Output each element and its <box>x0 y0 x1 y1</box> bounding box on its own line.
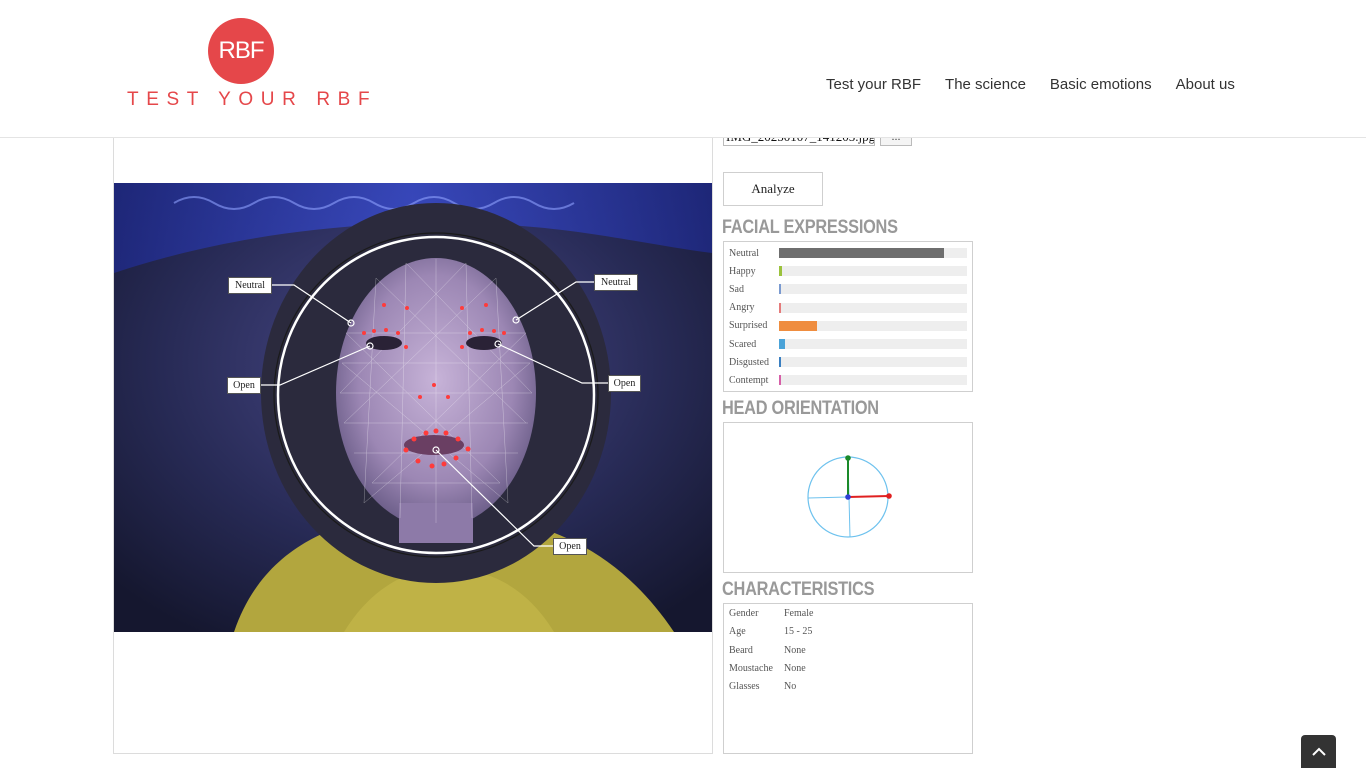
emotion-bar-fill <box>779 375 781 386</box>
emotion-bar-track <box>779 248 967 258</box>
label-left-eyebrow: Neutral <box>228 277 272 294</box>
logo-tagline[interactable]: TEST YOUR RBF <box>127 89 377 111</box>
char-row-gender: Gender Female <box>729 608 813 619</box>
logo-tagline-part2: RBF <box>316 89 378 110</box>
logo-mark[interactable]: RBF <box>208 18 274 84</box>
emotion-label: Happy <box>729 265 756 277</box>
head-orientation-panel <box>723 422 973 573</box>
emotion-bar-fill <box>779 266 782 277</box>
char-value: No <box>784 681 797 692</box>
char-label: Beard <box>729 645 753 656</box>
head-orientation-title: HEAD ORIENTATION <box>722 398 879 419</box>
face-analysis-overlay <box>114 183 712 632</box>
logo-mark-text: RBF <box>218 37 265 64</box>
char-label: Age <box>729 626 746 637</box>
emotion-bar-track <box>779 357 967 368</box>
nav-test-your-rbf[interactable]: Test your RBF <box>826 76 921 93</box>
emotion-bar-fill <box>779 320 817 331</box>
facial-expressions-panel: Neutral Happy Sad Angry Surprised Scared Disgu… <box>723 241 973 392</box>
back-to-top-button[interactable] <box>1301 735 1336 768</box>
label-mouth: Open <box>553 538 587 555</box>
emotion-row-disgusted: Disgusted <box>729 355 969 369</box>
char-row-moustache: Moustache None <box>729 663 806 674</box>
char-row-age: Age 15 - 25 <box>729 626 812 637</box>
nav-the-science[interactable]: The science <box>945 76 1026 93</box>
head-orientation-gizmo <box>807 455 892 538</box>
char-label: Gender <box>729 608 759 619</box>
emotion-row-angry: Angry <box>729 301 969 315</box>
emotion-row-surprised: Surprised <box>729 319 969 333</box>
chevron-up-icon <box>1311 747 1326 756</box>
emotion-bar-fill <box>779 339 785 349</box>
emotion-row-neutral: Neutral <box>729 246 969 260</box>
emotion-bar-track <box>779 339 967 349</box>
char-value: None <box>784 663 806 674</box>
emotion-bar-fill <box>779 357 781 368</box>
emotion-bar-fill <box>779 302 781 313</box>
analyze-button-label: Analyze <box>751 181 795 196</box>
char-value: Female <box>784 608 814 619</box>
emotion-label: Scared <box>729 338 757 350</box>
char-value: None <box>784 645 806 656</box>
label-left-eye: Open <box>227 377 261 394</box>
emotion-row-happy: Happy <box>729 264 969 278</box>
facial-expressions-title: FACIAL EXPRESSIONS <box>722 217 898 238</box>
char-row-beard: Beard None <box>729 645 806 656</box>
emotion-row-sad: Sad <box>729 282 969 296</box>
emotion-bar-track <box>779 284 967 295</box>
analyzed-photo: Neutral Neutral Open Open Open <box>114 183 712 632</box>
emotion-label: Disgusted <box>729 356 769 368</box>
nav-about-us[interactable]: About us <box>1176 76 1235 93</box>
label-right-eye: Open <box>608 375 641 392</box>
char-label: Moustache <box>729 663 773 674</box>
emotion-row-scared: Scared <box>729 337 969 351</box>
nav-basic-emotions[interactable]: Basic emotions <box>1050 76 1152 93</box>
emotion-bar-fill <box>779 284 781 295</box>
emotion-row-contempt: Contempt <box>729 373 969 387</box>
emotion-label: Contempt <box>729 374 769 386</box>
emotion-bar-track <box>779 320 967 331</box>
emotion-bar-track <box>779 375 967 386</box>
emotion-label: Neutral <box>729 247 759 259</box>
characteristics-title: CHARACTERISTICS <box>722 579 875 600</box>
char-label: Glasses <box>729 681 760 692</box>
main-nav: Test your RBF The science Basic emotions… <box>826 76 1235 93</box>
char-value: 15 - 25 <box>784 626 813 637</box>
emotion-bar-fill <box>779 248 944 258</box>
label-right-eyebrow: Neutral <box>594 274 638 291</box>
char-row-glasses: Glasses No <box>729 681 796 692</box>
site-header: RBF TEST YOUR RBF Test your RBF The scie… <box>0 0 1366 138</box>
emotion-label: Angry <box>729 302 755 314</box>
characteristics-panel: Gender Female Age 15 - 25 Beard None Mousta… <box>723 603 973 754</box>
emotion-label: Sad <box>729 283 744 295</box>
emotion-label: Surprised <box>729 320 768 332</box>
emotion-bar-track <box>779 302 967 313</box>
logo-tagline-part1: TEST YOUR <box>127 89 304 110</box>
analyze-button[interactable]: Analyze <box>723 172 823 206</box>
emotion-bar-track <box>779 266 967 277</box>
